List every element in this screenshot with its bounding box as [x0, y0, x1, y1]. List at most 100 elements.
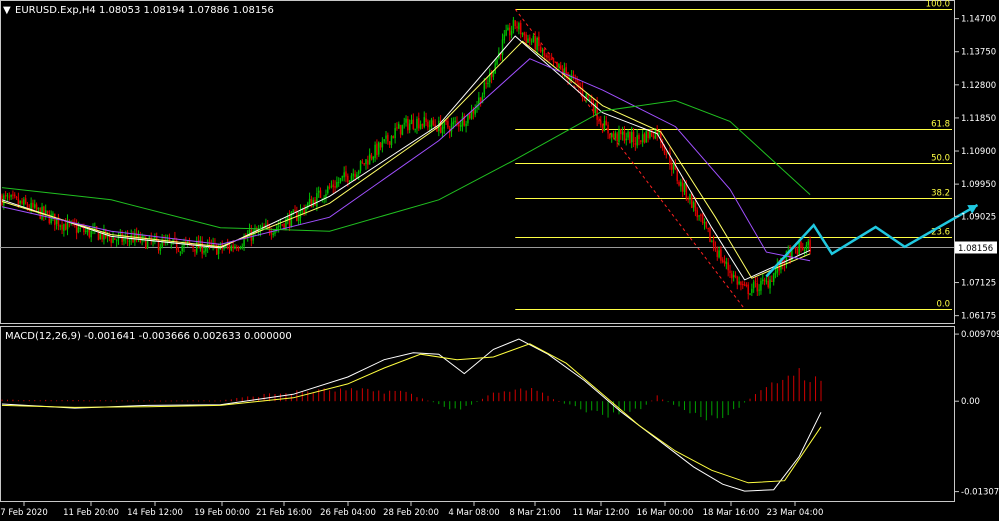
- macd-histogram-bar: [356, 390, 358, 402]
- macd-histogram-bar: [492, 392, 494, 402]
- bull-candle: [23, 199, 25, 205]
- macd-histogram-bar: [443, 401, 445, 407]
- fib-level-label: 0.0: [936, 300, 950, 310]
- bear-candle: [228, 245, 231, 250]
- bear-candle: [332, 184, 334, 188]
- bull-candle: [398, 123, 400, 129]
- bull-candle: [760, 280, 762, 291]
- macd-histogram-bar: [738, 401, 740, 408]
- bull-candle: [483, 82, 486, 95]
- bear-candle: [185, 241, 187, 243]
- macd-histogram-bar: [77, 400, 79, 402]
- bull-candle: [752, 281, 755, 289]
- bull-candle: [217, 247, 220, 254]
- bear-candle: [345, 171, 347, 177]
- macd-histogram-bar: [378, 390, 380, 402]
- macd-tick-label: -0.013074: [961, 488, 999, 498]
- bull-candle: [751, 288, 753, 293]
- bear-candle: [192, 246, 194, 248]
- macd-histogram-bar: [689, 401, 691, 414]
- macd-histogram-bar: [187, 400, 189, 402]
- bull-candle: [186, 240, 189, 243]
- bear-candle: [721, 259, 724, 263]
- bull-candle: [672, 164, 675, 170]
- bull-candle: [308, 198, 311, 204]
- macd-histogram-bar: [416, 397, 418, 402]
- bear-candle: [607, 124, 609, 134]
- macd-histogram-bar: [487, 395, 489, 402]
- bear-candle: [61, 224, 63, 230]
- bear-candle: [8, 196, 11, 198]
- time-tick-label: 14 Feb 12:00: [127, 508, 183, 518]
- bull-candle: [689, 193, 691, 200]
- bull-candle: [230, 245, 233, 251]
- bull-candle: [297, 216, 300, 222]
- bear-candle: [46, 210, 49, 213]
- bear-candle: [539, 46, 542, 52]
- bull-candle: [416, 118, 418, 129]
- bear-candle: [572, 74, 575, 77]
- bear-candle: [767, 280, 769, 288]
- bear-candle: [700, 214, 702, 216]
- bull-candle: [541, 50, 544, 52]
- macd-histogram-bar: [602, 401, 604, 415]
- bear-candle: [425, 118, 427, 123]
- macd-histogram-bar: [198, 400, 200, 402]
- bull-candle: [589, 98, 591, 100]
- price-tick-label: 1.11850: [961, 114, 996, 124]
- bull-candle: [239, 247, 242, 249]
- macd-histogram-bar: [67, 400, 69, 402]
- bull-candle: [625, 138, 628, 141]
- bull-candle: [527, 38, 529, 43]
- bear-candle: [665, 154, 668, 156]
- macd-histogram-bar: [509, 391, 511, 402]
- price-panel-title: EURUSD.Exp,H4 1.08053 1.08194 1.07886 1.…: [15, 5, 274, 16]
- bull-candle: [465, 123, 467, 127]
- bear-candle: [565, 67, 567, 74]
- time-tick-label: 7 Feb 2020: [0, 508, 48, 518]
- bear-candle: [741, 283, 744, 286]
- macd-histogram-bar: [700, 401, 702, 418]
- bear-candle: [727, 262, 729, 271]
- bear-candle: [605, 120, 607, 126]
- macd-histogram-bar: [116, 400, 118, 402]
- bull-candle: [348, 180, 351, 183]
- macd-histogram-bar: [99, 400, 101, 402]
- macd-histogram-bar: [367, 388, 369, 402]
- bull-candle: [181, 245, 183, 251]
- bear-candle: [709, 228, 711, 242]
- bull-candle: [769, 279, 771, 289]
- macd-histogram-bar: [389, 390, 391, 402]
- macd-histogram-bar: [793, 375, 795, 402]
- fib-level-label: 61.8: [931, 120, 950, 130]
- bull-candle: [350, 175, 353, 182]
- bear-candle: [543, 48, 546, 56]
- bull-candle: [365, 159, 367, 165]
- symbol-menu-icon[interactable]: ▼: [3, 5, 11, 16]
- bear-candle: [363, 163, 365, 165]
- bull-candle: [452, 121, 455, 124]
- bull-candle: [510, 30, 513, 36]
- macd-histogram-bar: [694, 401, 696, 413]
- bull-candle: [454, 120, 456, 122]
- bear-candle: [547, 55, 549, 58]
- bear-candle: [534, 36, 537, 50]
- bear-candle: [550, 58, 553, 60]
- macd-histogram-bar: [596, 401, 598, 411]
- bull-candle: [37, 207, 40, 209]
- fib-level-label: 50.0: [931, 154, 950, 164]
- bull-candle: [450, 123, 453, 132]
- macd-histogram-bar: [394, 390, 396, 402]
- macd-histogram-bar: [350, 388, 352, 402]
- bear-candle: [26, 204, 29, 209]
- bear-candle: [270, 232, 273, 235]
- macd-histogram-bar: [591, 401, 593, 411]
- macd-histogram-bar: [536, 390, 538, 402]
- bull-candle: [461, 116, 464, 127]
- macd-histogram-bar: [400, 390, 402, 402]
- bear-candle: [771, 280, 773, 282]
- bear-candle: [334, 185, 336, 188]
- macd-histogram-bar: [678, 401, 680, 407]
- macd-histogram-bar: [733, 401, 735, 410]
- bear-candle: [638, 134, 640, 140]
